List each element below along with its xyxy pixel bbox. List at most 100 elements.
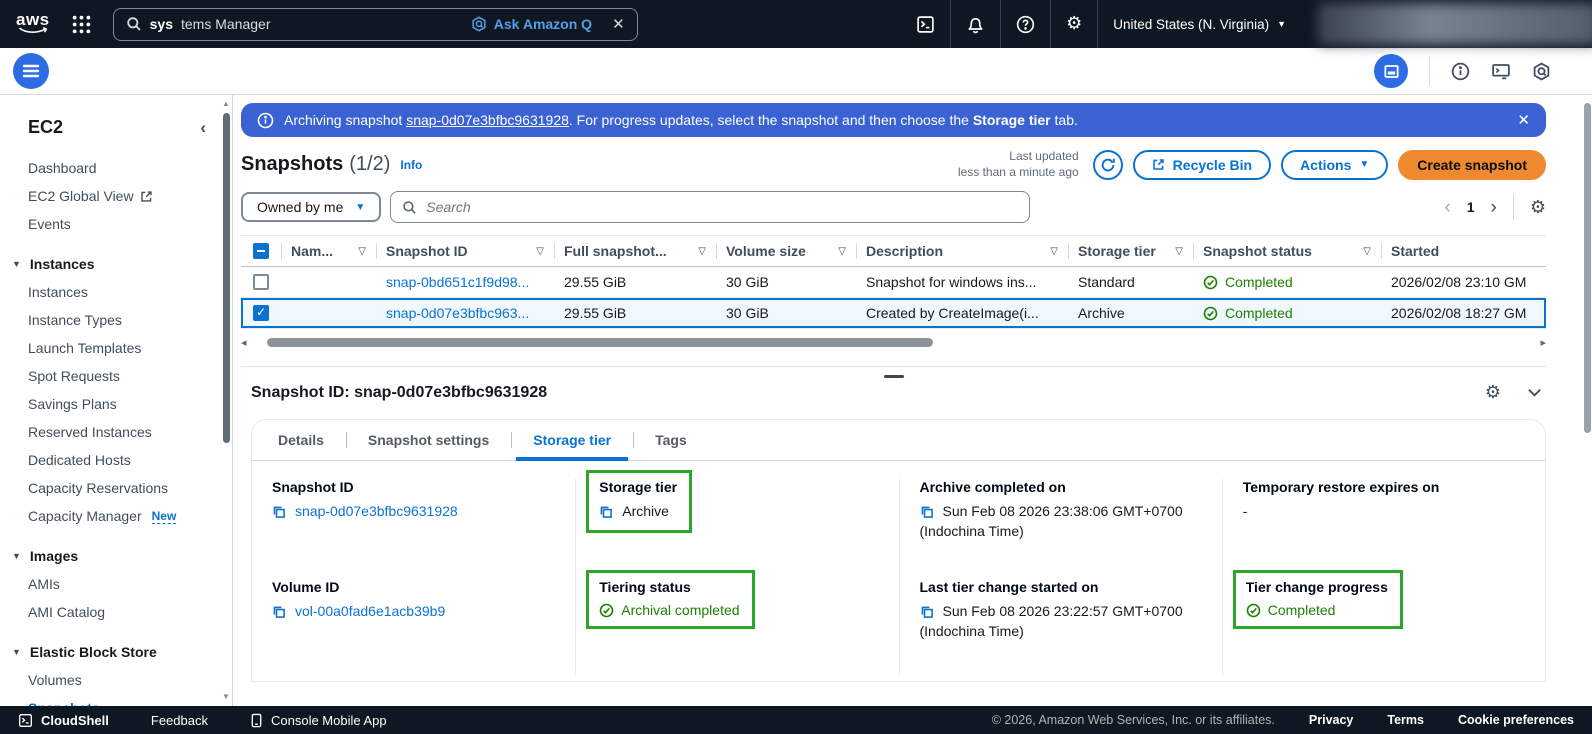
table-row[interactable]: snap-0bd651c1f9d98... 29.55 GiB 30 GiB S… [241,267,1546,298]
global-search-input[interactable]: systems Manager Ask Amazon Q ✕ [113,8,638,41]
search-close-icon[interactable]: ✕ [612,15,625,33]
copy-icon[interactable] [272,505,286,519]
sidebar-collapse-icon[interactable]: ‹ [200,119,206,136]
snapshot-id-link[interactable]: snap-0bd651c1f9d98... [386,274,529,290]
select-all-checkbox[interactable] [241,236,281,266]
sidebar-item-capacity-reservations[interactable]: Capacity Reservations [0,474,232,502]
tab-storage-tier[interactable]: Storage tier [511,420,633,460]
snapshot-id-value-link[interactable]: snap-0d07e3bfbc9631928 [295,503,458,519]
sidebar-item-dedicated-hosts[interactable]: Dedicated Hosts [0,446,232,474]
sidebar-scrollbar[interactable]: ▲ ▼ [221,99,231,702]
copy-icon[interactable] [920,605,934,619]
notifications-bell-icon[interactable] [950,0,1000,48]
previous-page-icon[interactable]: ‹ [1444,198,1450,217]
row-checkbox[interactable] [253,274,269,290]
copy-icon[interactable] [272,605,286,619]
recycle-bin-button[interactable]: Recycle Bin [1133,150,1271,180]
footer-mobile-app-button[interactable]: Console Mobile App [250,713,387,728]
sidebar-section-instances[interactable]: ▼Instances [0,249,232,278]
terms-link[interactable]: Terms [1387,713,1424,727]
amazon-q-icon[interactable] [1532,62,1551,81]
sort-icon[interactable]: ▽ [1363,246,1371,257]
sort-icon[interactable]: ▽ [536,246,544,257]
sidebar-item-reserved-instances[interactable]: Reserved Instances [0,418,232,446]
cloudshell-icon[interactable] [901,0,950,48]
panel-preferences-gear-icon[interactable]: ⚙ [1485,382,1501,403]
sidebar-section-elastic-block-store[interactable]: ▼Elastic Block Store [0,637,232,666]
page-scrollbar[interactable] [1583,95,1592,706]
services-grid-icon[interactable] [72,15,91,34]
snapshot-id-link[interactable]: snap-0d07e3bfbc963... [386,305,529,321]
tab-snapshot-settings[interactable]: Snapshot settings [346,420,511,460]
panel-collapse-chevron-icon[interactable] [1527,388,1542,398]
sidebar-item-snapshots[interactable]: Snapshots [0,694,232,706]
feedback-terminal-icon[interactable] [1491,62,1511,81]
column-header-started[interactable]: Started [1381,236,1546,266]
tab-tags[interactable]: Tags [633,420,709,460]
scroll-down-icon[interactable]: ▼ [222,692,230,702]
sidebar-item-ami-catalog[interactable]: AMI Catalog [0,598,232,626]
copy-icon[interactable] [599,505,613,519]
column-header-description[interactable]: Description▽ [856,236,1068,266]
table-search-field[interactable] [390,191,1030,223]
sort-icon[interactable]: ▽ [838,246,846,257]
row-checkbox-checked[interactable] [253,305,269,321]
column-header-volume-size[interactable]: Volume size▽ [716,236,856,266]
volume-id-value-link[interactable]: vol-00a0fad6e1acb39b9 [295,603,445,619]
column-header-snapshot-id[interactable]: Snapshot ID▽ [376,236,554,266]
sidebar-item-volumes[interactable]: Volumes [0,666,232,694]
sidebar-item-savings-plans[interactable]: Savings Plans [0,390,232,418]
scroll-up-icon[interactable]: ▲ [222,99,230,109]
column-header-snapshot-status[interactable]: Snapshot status▽ [1193,236,1381,266]
info-icon[interactable] [1451,62,1470,81]
sidebar-item-instance-types[interactable]: Instance Types [0,306,232,334]
footer-cloudshell-button[interactable]: CloudShell [18,713,109,728]
ask-amazon-q-button[interactable]: Ask Amazon Q [471,16,592,32]
owned-by-filter-dropdown[interactable]: Owned by me ▼ [241,192,381,222]
banner-close-icon[interactable]: ✕ [1517,111,1530,129]
table-row-selected[interactable]: snap-0d07e3bfbc963... 29.55 GiB 30 GiB C… [241,298,1546,329]
horizontal-scrollbar[interactable]: ◂ ▸ [241,336,1546,350]
create-snapshot-button[interactable]: Create snapshot [1398,150,1546,180]
refresh-button[interactable] [1093,150,1123,180]
sort-icon[interactable]: ▽ [1175,246,1183,257]
scrollbar-thumb[interactable] [1584,103,1591,433]
current-page[interactable]: 1 [1467,199,1475,215]
sidebar-item-launch-templates[interactable]: Launch Templates [0,334,232,362]
sidebar-section-images[interactable]: ▼Images [0,541,232,570]
sort-icon[interactable]: ▽ [698,246,706,257]
sort-icon[interactable]: ▽ [358,246,366,257]
sidebar-item-instances[interactable]: Instances [0,278,232,306]
scroll-left-icon[interactable]: ◂ [241,338,247,349]
scrollbar-thumb[interactable] [223,113,230,443]
info-link[interactable]: Info [400,158,422,172]
split-panel-resize-handle[interactable] [884,375,904,378]
next-page-icon[interactable]: › [1491,198,1497,217]
scroll-right-icon[interactable]: ▸ [1540,338,1546,349]
menu-button[interactable] [13,53,49,89]
cookie-preferences-link[interactable]: Cookie preferences [1458,713,1574,727]
column-header-storage-tier[interactable]: Storage tier▽ [1068,236,1193,266]
help-icon[interactable] [1000,0,1050,48]
scrollbar-thumb[interactable] [267,338,934,347]
table-preferences-gear-icon[interactable]: ⚙ [1530,197,1546,218]
sidebar-item-events[interactable]: Events [0,210,232,238]
actions-button[interactable]: Actions ▼ [1281,150,1388,180]
sort-icon[interactable]: ▽ [1050,246,1058,257]
aws-logo[interactable]: aws [16,13,50,35]
column-header-name[interactable]: Nam...▽ [281,236,376,266]
column-header-full-snapshot[interactable]: Full snapshot...▽ [554,236,716,266]
banner-snapshot-link[interactable]: snap-0d07e3bfbc9631928 [406,112,569,128]
tab-details[interactable]: Details [256,420,346,460]
sidebar-item-amis[interactable]: AMIs [0,570,232,598]
split-panel-toggle-button[interactable] [1374,54,1408,88]
sidebar-item-spot-requests[interactable]: Spot Requests [0,362,232,390]
footer-feedback-button[interactable]: Feedback [151,713,208,728]
sidebar-item-ec2-global-view[interactable]: EC2 Global View [0,182,232,210]
copy-icon[interactable] [920,505,934,519]
region-selector[interactable]: United States (N. Virginia) ▼ [1097,0,1301,48]
privacy-link[interactable]: Privacy [1309,713,1353,727]
sidebar-item-dashboard[interactable]: Dashboard [0,154,232,182]
settings-gear-icon[interactable]: ⚙ [1050,0,1097,48]
search-input[interactable] [426,199,1018,215]
